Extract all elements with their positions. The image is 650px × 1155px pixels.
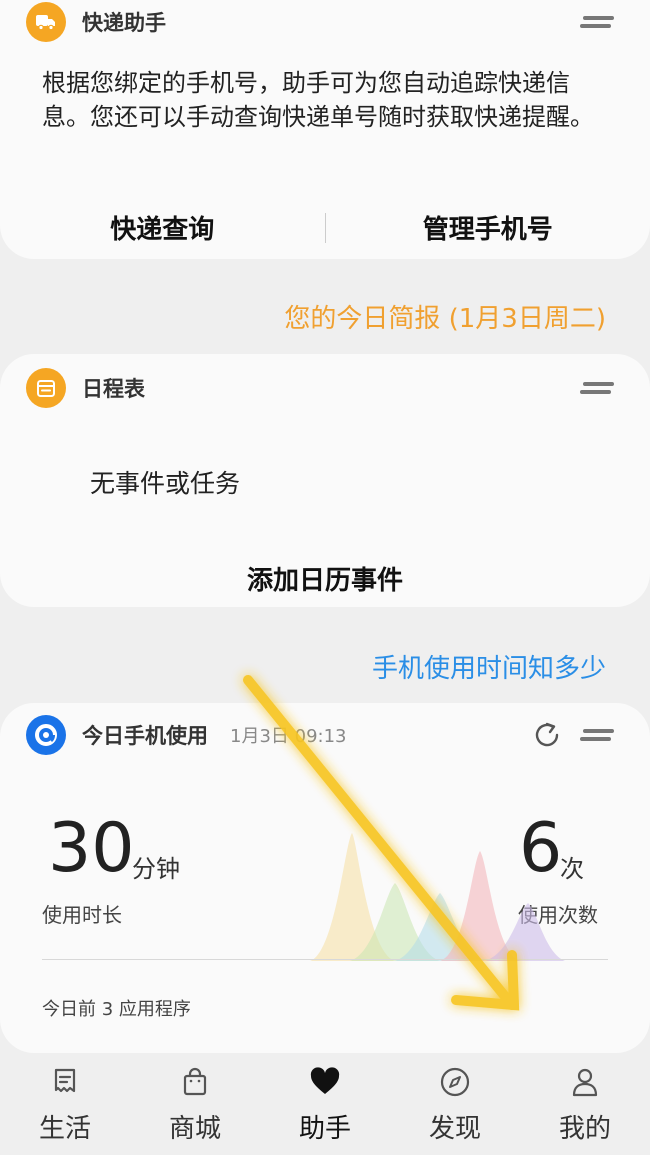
bottom-navigation: 生活 商城 助手 发现 我的: [0, 1056, 650, 1155]
nav-item-assistant[interactable]: 助手: [260, 1056, 390, 1155]
nav-label-assistant: 助手: [298, 1114, 351, 1144]
usage-duration-value: 30: [48, 809, 135, 888]
express-assistant-card: 快递助手 根据您绑定的手机号，助手可为您自动追踪快递信息。您还可以手动查询快递单…: [0, 0, 650, 259]
refresh-icon[interactable]: [530, 718, 564, 752]
express-card-title: 快递助手: [82, 11, 166, 35]
drag-handle-icon[interactable]: [580, 381, 614, 395]
top-apps-label: 今日前 3 应用程序: [42, 999, 191, 1020]
drag-handle-icon[interactable]: [580, 15, 614, 29]
add-calendar-event-button[interactable]: 添加日历事件: [0, 560, 650, 597]
usage-wave-chart: [310, 833, 565, 961]
schedule-card: 日程表 无事件或任务 添加日历事件: [0, 354, 650, 607]
usage-duration-unit: 分钟: [132, 855, 180, 883]
nav-item-mine[interactable]: 我的: [520, 1056, 650, 1155]
person-icon: [572, 1068, 598, 1097]
daily-brief-link[interactable]: 您的今日简报 (1月3日周二): [284, 298, 606, 335]
usage-icon: [26, 715, 66, 755]
schedule-card-title: 日程表: [82, 377, 145, 401]
nav-label-life: 生活: [38, 1114, 91, 1144]
shopping-bag-icon: [183, 1067, 207, 1096]
chart-baseline: [42, 959, 608, 960]
schedule-empty-text: 无事件或任务: [90, 469, 241, 498]
phone-usage-card: 今日手机使用 1月3日 09:13 30 分钟 使用时长 6 次 使用次数 今日…: [0, 703, 650, 1053]
drag-handle-icon[interactable]: [580, 728, 614, 742]
nav-item-discover[interactable]: 发现: [390, 1056, 520, 1155]
nav-label-mine: 我的: [558, 1114, 611, 1144]
nav-label-mall: 商城: [168, 1114, 221, 1144]
nav-label-discover: 发现: [428, 1114, 481, 1144]
nav-item-life[interactable]: 生活: [0, 1056, 130, 1155]
express-query-button[interactable]: 快递查询: [0, 209, 325, 246]
express-description: 根据您绑定的手机号，助手可为您自动追踪快递信息。您还可以手动查询快递单号随时获取…: [42, 69, 594, 131]
compass-icon: [440, 1067, 470, 1097]
express-actions: 快递查询 管理手机号: [0, 209, 650, 246]
usage-card-title: 今日手机使用: [82, 724, 208, 748]
express-card-header: 快递助手: [26, 0, 624, 44]
calendar-icon: [26, 368, 66, 408]
package-icon: [26, 2, 66, 42]
nav-item-mall[interactable]: 商城: [130, 1056, 260, 1155]
schedule-card-header: 日程表: [26, 366, 624, 410]
usage-date: 1月3日 09:13: [230, 726, 347, 747]
usage-duration-label: 使用时长: [42, 903, 122, 927]
manage-phone-button[interactable]: 管理手机号: [326, 209, 650, 246]
phone-usage-link[interactable]: 手机使用时间知多少: [372, 648, 606, 685]
life-icon: [54, 1068, 76, 1093]
heart-icon: [310, 1067, 340, 1094]
usage-card-header: 今日手机使用 1月3日 09:13: [26, 713, 624, 757]
